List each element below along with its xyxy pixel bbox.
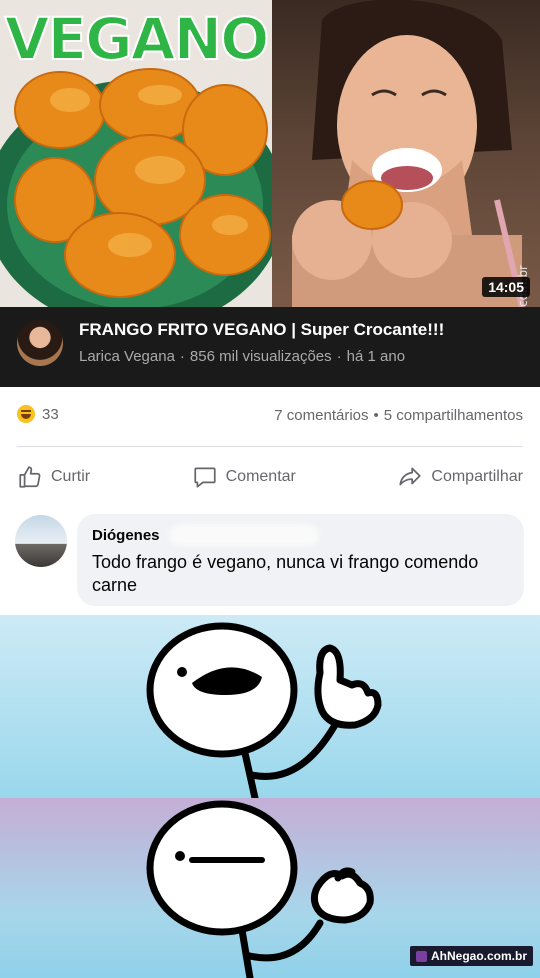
meta-separator: · [336,348,342,365]
stats-separator: • [373,407,379,424]
meta-separator: · [179,348,185,365]
channel-avatar[interactable] [17,320,63,366]
like-button[interactable]: Curtir [17,464,90,490]
share-icon [399,467,422,486]
video-duration-badge: 14:05 [482,277,530,297]
facebook-post: 33 7 comentários • 5 compartilhamentos Cur… [0,387,540,615]
thumbnail-woman-eating [272,0,540,307]
like-icon [19,466,41,488]
reaction-summary[interactable]: 33 [17,405,59,423]
commenter-avatar[interactable] [15,515,67,567]
post-action-bar: Curtir Comentar Compartilhar [17,447,523,507]
video-meta: Larica Vegana · 856 mil visualizações · há 1… [79,348,405,365]
thumbnail-fried-chicken: VEGANO [0,0,272,307]
thumbnail-vegano-title: VEGANO [4,4,271,74]
redacted-name [169,524,319,546]
site-logo: AhNegao.com.br [409,946,533,966]
share-label: Compartilhar [431,468,523,485]
logo-mark-icon [415,950,427,962]
share-button[interactable]: Compartilhar [397,464,523,490]
shares-count-link[interactable]: 5 compartilhamentos [384,407,523,424]
channel-name[interactable]: Larica Vegana [79,348,175,365]
meme-panel-excited [0,615,540,798]
comment-icon [194,467,216,488]
like-label: Curtir [51,468,91,485]
comment-button[interactable]: Comentar [192,464,296,490]
upload-age: há 1 ano [346,348,406,365]
logo-text: AhNegao.com.br [430,949,527,963]
reaction-count: 33 [42,405,59,423]
meme-panel-thinking: AhNegao.com.br [0,798,540,978]
comment-author[interactable]: Diógenes [92,527,160,544]
comments-count-link[interactable]: 7 comentários [274,407,368,424]
video-info-bar: FRANGO FRITO VEGANO | Super Crocante!!! … [0,307,540,387]
video-title[interactable]: FRANGO FRITO VEGANO | Super Crocante!!! [79,320,444,340]
haha-reaction-icon [17,405,35,423]
comment-label: Comentar [225,468,296,485]
stick-figure-excited [146,622,382,798]
view-count: 856 mil visualizações [189,348,332,365]
post-stats: 7 comentários • 5 compartilhamentos [274,407,523,424]
comment-text: Todo frango é vegano, nunca vi frango co… [92,552,479,595]
woman-eating-image [292,0,525,307]
video-player[interactable]: VEGANO AhNegao.com.br 14:05 [0,0,540,307]
comment-bubble: Diógenes Todo frango é vegano, nunca vi … [77,514,524,606]
